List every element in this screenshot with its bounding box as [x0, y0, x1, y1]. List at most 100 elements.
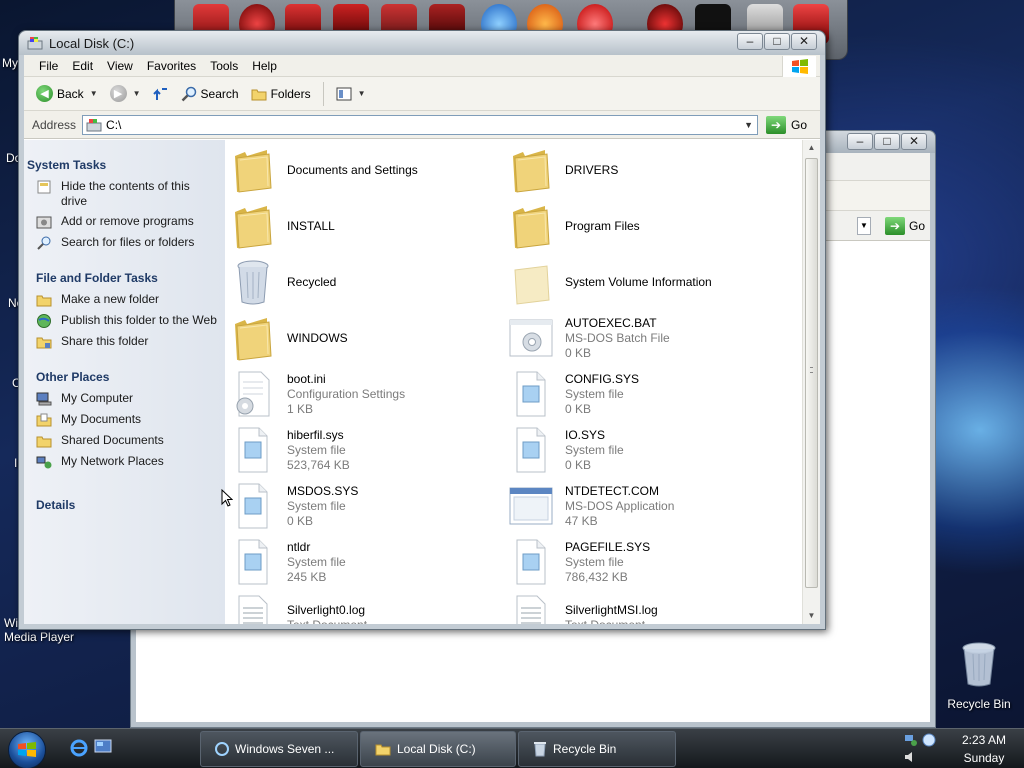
start-button[interactable] — [8, 731, 46, 768]
file-item[interactable]: INSTALL — [229, 198, 499, 254]
file-type: System file — [565, 554, 624, 569]
maximize-button[interactable]: □ — [764, 33, 790, 50]
file-type: System file — [287, 442, 346, 457]
scroll-thumb[interactable] — [805, 158, 818, 588]
bg-maximize-button[interactable]: □ — [874, 133, 900, 150]
address-input[interactable]: C:\ ▼ — [82, 114, 759, 135]
address-dropdown-icon[interactable]: ▼ — [740, 116, 757, 134]
network-tray-icon[interactable] — [904, 733, 918, 747]
shared-folder-icon — [36, 436, 52, 448]
file-size: 0 KB — [565, 457, 592, 472]
system-file-icon — [229, 538, 277, 586]
views-button[interactable]: ▼ — [332, 85, 370, 103]
file-item[interactable]: IO.SYS System file 0 KB — [507, 422, 777, 478]
file-meta: Silverlight0.logText Document — [287, 603, 367, 624]
clock-time: 2:23 AM — [961, 733, 1007, 747]
taskbar-button-recycle-bin[interactable]: Recycle Bin — [518, 731, 676, 767]
task-share-folder[interactable]: Share this folder — [24, 331, 225, 352]
file-name: IO.SYS — [565, 427, 606, 442]
menu-tools[interactable]: Tools — [203, 59, 245, 73]
file-name: ntldr — [287, 539, 311, 554]
file-type: System file — [287, 498, 346, 513]
file-meta: DRIVERS — [565, 163, 618, 178]
menubar: File Edit View Favorites Tools Help — [24, 55, 820, 77]
file-name: PAGEFILE.SYS — [565, 539, 651, 554]
internet-explorer-icon[interactable] — [70, 739, 88, 757]
search-button[interactable]: Search — [177, 84, 243, 104]
file-folder-tasks-heading[interactable]: File and Folder Tasks — [24, 267, 225, 289]
views-dropdown-icon: ▼ — [357, 89, 366, 98]
vertical-scrollbar[interactable]: ▲ ▼ — [802, 140, 820, 624]
forward-dropdown-icon[interactable]: ▼ — [133, 89, 141, 98]
file-name: Recycled — [287, 274, 337, 289]
file-item[interactable]: hiberfil.sys System file 523,764 KB — [229, 422, 499, 478]
back-button[interactable]: ◀ Back ▼ — [32, 83, 102, 104]
file-item[interactable]: CONFIG.SYS System file 0 KB — [507, 366, 777, 422]
task-make-new-folder[interactable]: Make a new folder — [24, 289, 225, 310]
bg-minimize-button[interactable]: – — [847, 133, 873, 150]
file-item[interactable]: Documents and Settings — [229, 142, 499, 198]
file-item[interactable]: WINDOWS — [229, 310, 499, 366]
file-item[interactable]: SilverlightMSI.logText Document — [507, 590, 777, 624]
menu-file[interactable]: File — [32, 59, 65, 73]
file-item[interactable]: MSDOS.SYS System file 0 KB — [229, 478, 499, 534]
file-size: 0 KB — [287, 513, 314, 528]
folders-button[interactable]: Folders — [247, 85, 315, 103]
menu-favorites[interactable]: Favorites — [140, 59, 203, 73]
system-tasks-heading[interactable]: System Tasks — [24, 154, 225, 176]
scroll-up-arrow-icon[interactable]: ▲ — [803, 140, 820, 156]
place-shared-documents[interactable]: Shared Documents — [24, 430, 225, 451]
file-name: CONFIG.SYS — [565, 371, 640, 386]
menu-help[interactable]: Help — [245, 59, 284, 73]
bg-close-button[interactable]: ✕ — [901, 133, 927, 150]
close-button[interactable]: ✕ — [791, 33, 817, 50]
minimize-button[interactable]: – — [737, 33, 763, 50]
task-publish-folder[interactable]: Publish this folder to the Web — [24, 310, 225, 331]
task-hide-contents[interactable]: Hide the contents of this drive — [24, 176, 225, 211]
place-my-computer[interactable]: My Computer — [24, 388, 225, 409]
show-desktop-icon[interactable] — [94, 739, 112, 755]
up-button[interactable] — [149, 84, 173, 104]
folders-icon — [251, 89, 267, 100]
place-my-documents[interactable]: My Documents — [24, 409, 225, 430]
other-places-heading[interactable]: Other Places — [24, 366, 225, 388]
taskbar-button-windows-seven[interactable]: Windows Seven ... — [200, 731, 358, 767]
info-tray-icon[interactable] — [922, 733, 936, 747]
file-type: MS-DOS Application — [565, 498, 675, 513]
file-item[interactable]: ntldr System file 245 KB — [229, 534, 499, 590]
window-titlebar[interactable]: Local Disk (C:) – □ ✕ — [19, 31, 825, 55]
taskbar-button-local-disk[interactable]: Local Disk (C:) — [360, 731, 516, 767]
speaker-tray-icon[interactable] — [904, 751, 918, 763]
file-name: DRIVERS — [565, 162, 619, 177]
bg-address-dropdown[interactable]: ▼ — [857, 217, 871, 235]
file-item[interactable]: Silverlight0.logText Document — [229, 590, 499, 624]
bg-go-button[interactable]: ➔ Go — [884, 217, 925, 235]
text-document-icon — [229, 594, 277, 624]
place-my-network-places[interactable]: My Network Places — [24, 451, 225, 472]
back-dropdown-icon[interactable]: ▼ — [90, 89, 98, 98]
file-item[interactable]: NTDETECT.COM MS-DOS Application 47 KB — [507, 478, 777, 534]
clock[interactable]: 2:23 AM Sunday — [952, 731, 1016, 767]
file-item[interactable]: boot.ini Configuration Settings 1 KB — [229, 366, 499, 422]
views-icon — [336, 87, 352, 100]
application-icon — [507, 482, 555, 530]
menu-edit[interactable]: Edit — [65, 59, 100, 73]
details-heading[interactable]: Details — [24, 494, 225, 516]
file-item[interactable]: AUTOEXEC.BAT MS-DOS Batch File 0 KB — [507, 310, 777, 366]
file-item[interactable]: Program Files — [507, 198, 777, 254]
desktop-recycle-bin[interactable]: Recycle Bin — [944, 640, 1014, 711]
file-item[interactable]: DRIVERS — [507, 142, 777, 198]
system-folder-icon — [507, 258, 555, 306]
scroll-down-arrow-icon[interactable]: ▼ — [803, 608, 820, 624]
go-button[interactable]: ➔ Go — [766, 115, 807, 134]
file-item[interactable]: Recycled — [229, 254, 499, 310]
forward-button[interactable]: ▶ ▼ — [106, 83, 145, 104]
task-add-remove-programs[interactable]: Add or remove programs — [24, 211, 225, 232]
menu-view[interactable]: View — [100, 59, 140, 73]
file-type: System file — [565, 442, 624, 457]
file-item[interactable]: PAGEFILE.SYS System file 786,432 KB — [507, 534, 777, 590]
toolbar: ◀ Back ▼ ▶ ▼ Search Folders ▼ — [24, 77, 820, 111]
task-search-files[interactable]: Search for files or folders — [24, 232, 225, 253]
file-meta: WINDOWS — [287, 331, 348, 346]
file-item[interactable]: System Volume Information — [507, 254, 777, 310]
